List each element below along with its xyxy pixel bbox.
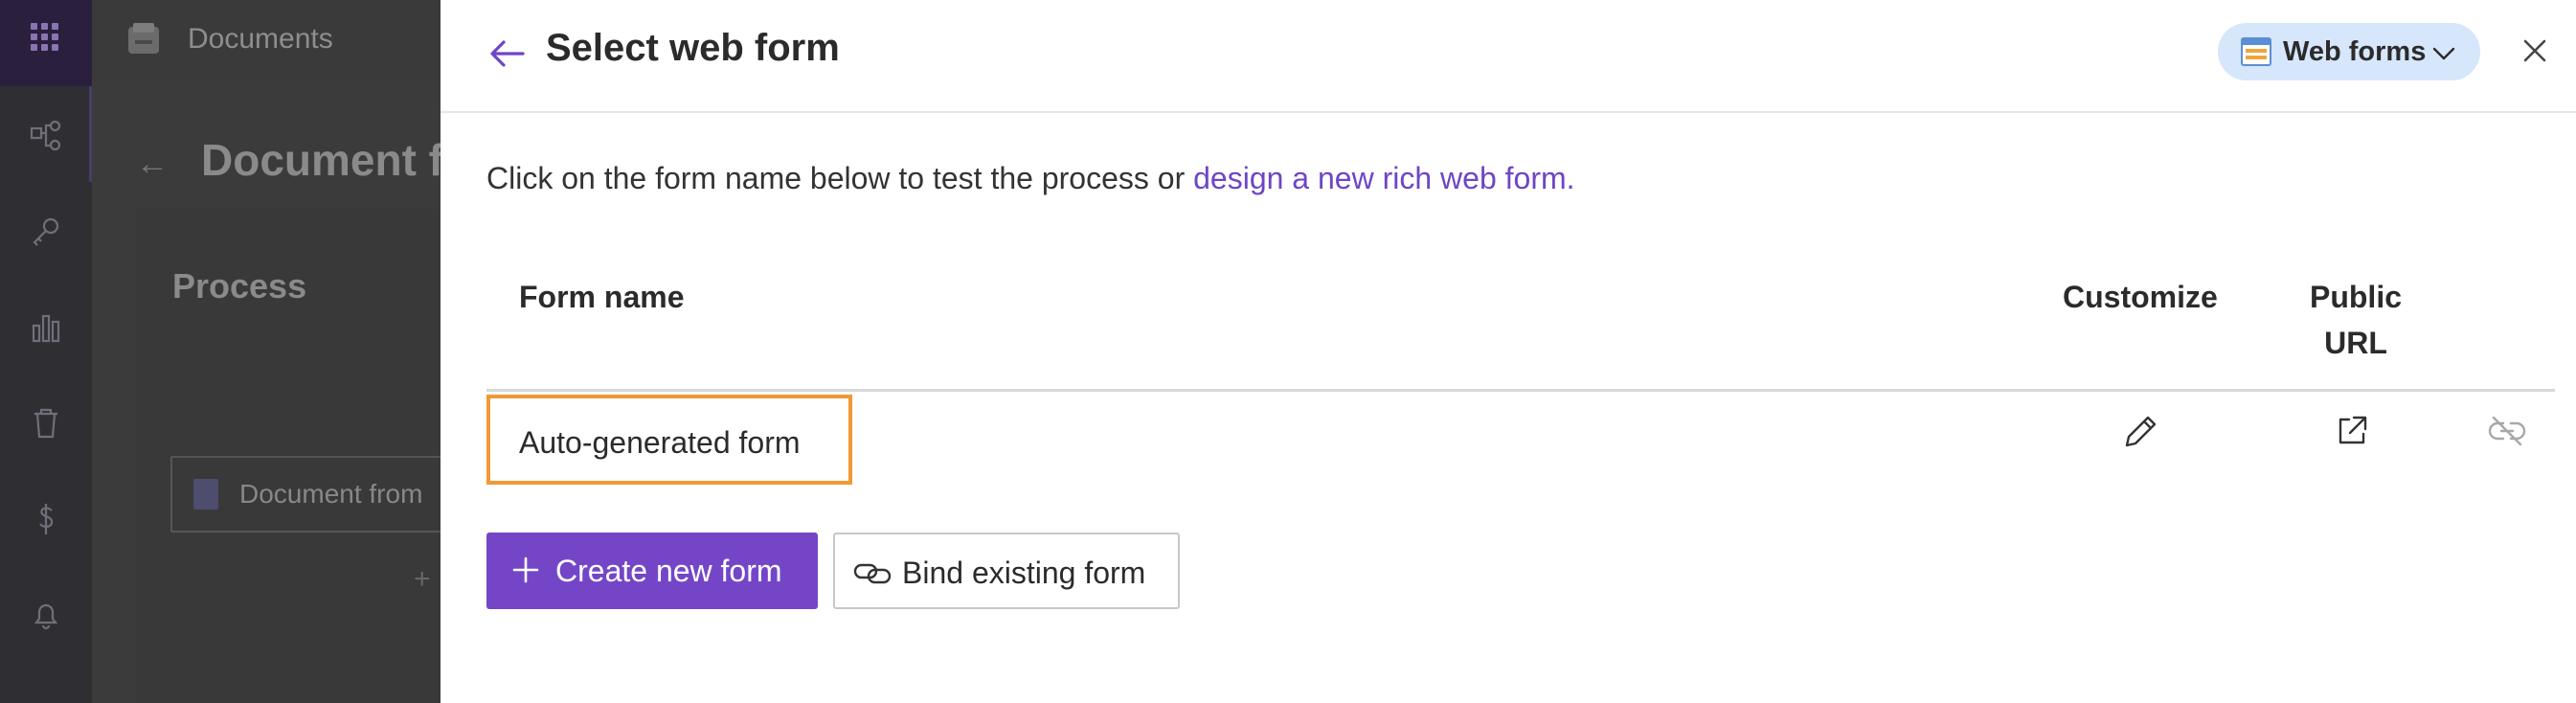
app-header: Documents [92, 0, 441, 80]
column-header-public-url: Public URL [2308, 274, 2404, 366]
create-new-form-label: Create new form [555, 554, 782, 588]
background-page: ← Document f Process Document from + [92, 80, 481, 703]
app-launcher[interactable] [0, 0, 93, 182]
process-card: Process Document from + [136, 209, 481, 703]
table-header-divider [486, 389, 2555, 392]
link-icon [852, 554, 893, 592]
page-title: Document f [201, 135, 443, 185]
process-heading: Process [172, 266, 307, 306]
document-item[interactable]: Document from [170, 456, 481, 533]
web-forms-label: Web forms [2283, 36, 2427, 67]
edit-pencil-icon[interactable] [2122, 412, 2160, 450]
form-name-cell[interactable]: Auto-generated form [486, 395, 852, 485]
web-forms-dropdown[interactable]: Web forms [2218, 23, 2480, 80]
page-back-arrow-icon[interactable]: ← [136, 146, 169, 183]
document-item-label: Document from [239, 479, 423, 509]
analytics-nav-icon[interactable] [27, 308, 65, 347]
bind-existing-form-button[interactable]: Bind existing form [833, 533, 1180, 609]
bind-existing-form-label: Bind existing form [902, 556, 1146, 590]
word-file-icon [193, 479, 218, 510]
intro-text-body: Click on the form name below to test the… [486, 161, 1194, 195]
workflow-nav-icon[interactable] [27, 117, 65, 155]
web-form-icon [2241, 36, 2271, 67]
documents-icon [124, 21, 163, 59]
column-header-public-url-line2: URL [2324, 326, 2387, 360]
app-header-title: Documents [188, 23, 333, 55]
trash-nav-icon[interactable] [27, 404, 65, 442]
bell-nav-icon[interactable] [27, 596, 65, 634]
unlink-icon[interactable] [2488, 412, 2526, 450]
form-name-label: Auto-generated form [519, 425, 801, 460]
panel-header: Select web form Web forms [441, 0, 2576, 113]
billing-nav-icon[interactable] [27, 500, 65, 538]
chevron-down-icon [2430, 40, 2457, 67]
external-link-icon[interactable] [2333, 412, 2371, 450]
select-web-form-panel: Select web form Web forms Click on the f… [441, 0, 2576, 703]
design-new-form-link[interactable]: design a new rich web form. [1193, 161, 1574, 195]
intro-text: Click on the form name below to test the… [486, 161, 1575, 196]
left-nav-rail [0, 0, 93, 703]
back-arrow-icon[interactable] [486, 33, 529, 75]
app-grid-icon [31, 23, 59, 52]
plus-icon [511, 556, 540, 584]
column-header-public-url-line1: Public [2309, 280, 2402, 314]
column-header-customize: Customize [2063, 280, 2218, 314]
create-new-form-button[interactable]: Create new form [486, 533, 818, 609]
panel-title: Select web form [546, 27, 840, 69]
key-nav-icon[interactable] [27, 213, 65, 251]
close-icon[interactable] [2519, 34, 2551, 67]
add-step-icon[interactable]: + [414, 563, 431, 596]
column-header-form-name: Form name [519, 280, 685, 314]
